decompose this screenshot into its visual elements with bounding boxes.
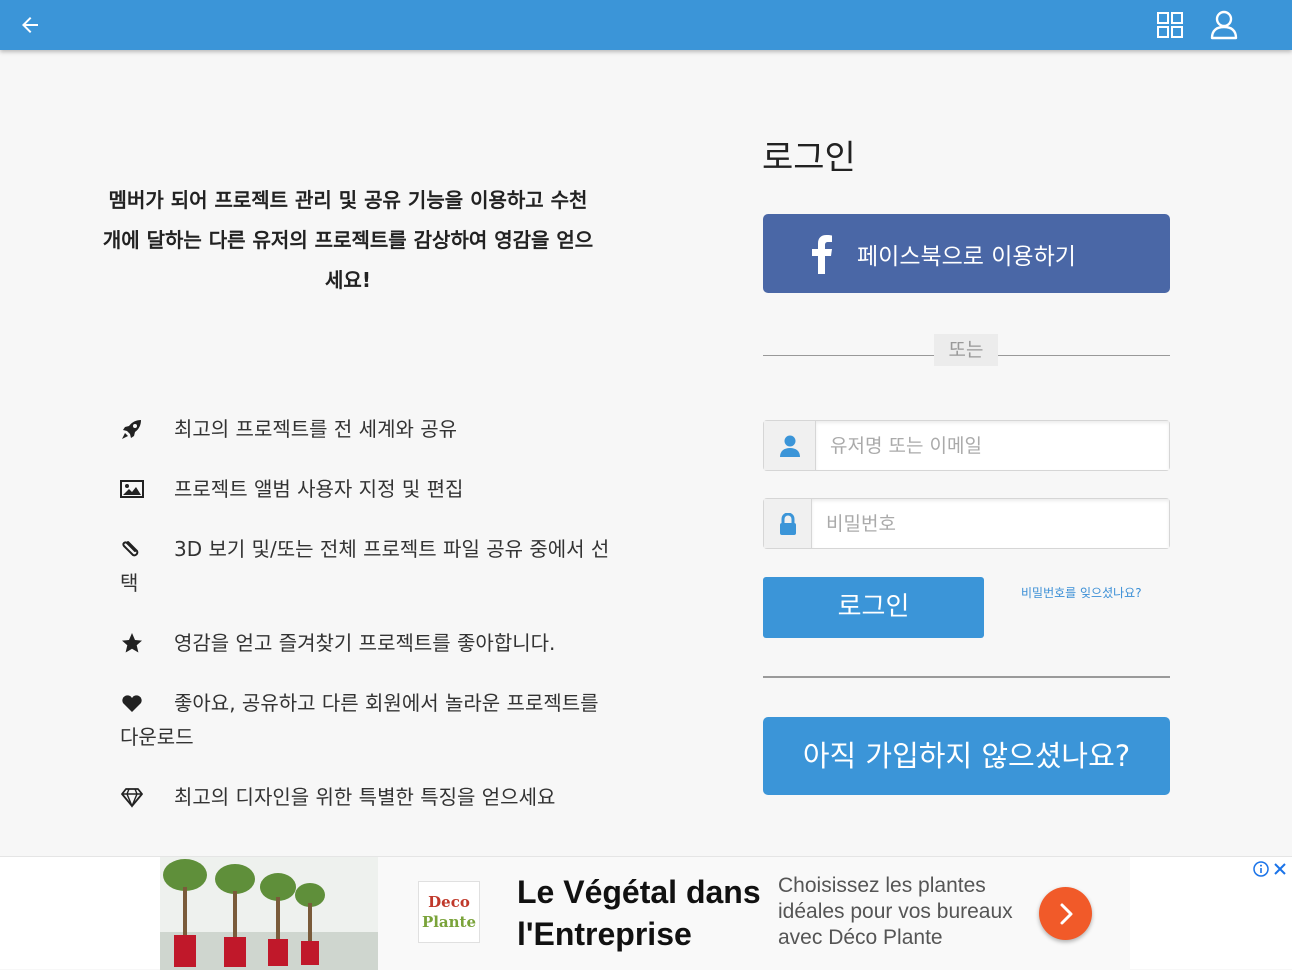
feature-text: 최고의 디자인을 위한 특별한 특징을 얻으세요 — [174, 785, 556, 809]
ad-content[interactable]: Deco Plante Le Végétal dans l'Entreprise… — [160, 857, 1130, 970]
section-divider — [763, 676, 1170, 678]
ad-go-button[interactable] — [1039, 887, 1092, 940]
lock-icon — [779, 512, 796, 535]
facebook-login-label: 페이스북으로 이용하기 — [857, 243, 1076, 270]
feature-item: 최고의 프로젝트를 전 세계와 공유 — [120, 412, 620, 446]
facebook-login-button[interactable]: 페이스북으로 이용하기 — [763, 214, 1170, 293]
forgot-password-link[interactable]: 비밀번호를 잊으셨나요? — [1021, 584, 1142, 601]
grid-icon — [1157, 12, 1183, 38]
info-icon[interactable] — [1253, 861, 1269, 877]
arrow-left-icon — [22, 17, 38, 33]
divider-line — [998, 355, 1170, 356]
username-addon — [764, 421, 816, 470]
username-field — [763, 420, 1170, 471]
top-app-bar — [0, 0, 1292, 50]
close-icon[interactable] — [1273, 862, 1287, 876]
feature-item: 3D 보기 및/또는 전체 프로젝트 파일 공유 중에서 선택 — [120, 532, 620, 600]
ad-description[interactable]: Choisissez les plantes idéales pour vos … — [778, 873, 1028, 951]
grid-view-button[interactable] — [1153, 8, 1187, 42]
chevron-right-icon — [1060, 903, 1072, 924]
rocket-icon — [120, 417, 144, 441]
user-icon — [779, 435, 800, 457]
username-input[interactable] — [816, 421, 1169, 470]
feature-text: 3D 보기 및/또는 전체 프로젝트 파일 공유 중에서 선택 — [120, 537, 610, 595]
heart-icon — [120, 691, 144, 715]
or-divider: 또는 — [763, 334, 1170, 366]
password-input[interactable] — [812, 499, 1169, 548]
account-button[interactable] — [1207, 8, 1241, 42]
ad-choices[interactable] — [1253, 859, 1289, 879]
ad-logo-line2: Plante — [421, 913, 477, 931]
facebook-icon — [812, 234, 832, 274]
feature-item: 프로젝트 앨범 사용자 지정 및 편집 — [120, 472, 620, 506]
feature-text: 영감을 얻고 즐겨찾기 프로젝트를 좋아합니다. — [174, 631, 556, 655]
login-title: 로그인 — [762, 138, 856, 178]
paperclip-icon — [120, 537, 144, 561]
image-icon — [120, 477, 144, 501]
feature-text: 프로젝트 앨범 사용자 지정 및 편집 — [174, 477, 464, 501]
password-field — [763, 498, 1170, 549]
ad-logo-line1: Deco — [428, 893, 470, 911]
feature-text: 좋아요, 공유하고 다른 회원에서 놀라운 프로젝트를 다운로드 — [120, 691, 599, 749]
diamond-icon — [120, 785, 144, 809]
password-addon — [764, 499, 812, 548]
ad-logo[interactable]: Deco Plante — [418, 881, 480, 943]
back-button[interactable] — [13, 8, 47, 42]
feature-item: 영감을 얻고 즐겨찾기 프로젝트를 좋아합니다. — [120, 626, 620, 660]
star-icon — [120, 631, 144, 655]
ad-headline[interactable]: Le Végétal dans l'Entreprise — [517, 871, 767, 955]
ad-banner[interactable]: Deco Plante Le Végétal dans l'Entreprise… — [0, 856, 1292, 970]
user-icon — [1210, 10, 1238, 40]
feature-text: 최고의 프로젝트를 전 세계와 공유 — [174, 417, 458, 441]
feature-item: 최고의 디자인을 위한 특별한 특징을 얻으세요 — [120, 780, 620, 814]
intro-tagline: 멤버가 되어 프로젝트 관리 및 공유 기능을 이용하고 수천 개에 달하는 다… — [102, 188, 594, 292]
divider-line — [763, 355, 934, 356]
feature-list: 최고의 프로젝트를 전 세계와 공유 프로젝트 앨범 사용자 지정 및 편집 3… — [120, 412, 620, 840]
signup-button[interactable]: 아직 가입하지 않으셨나요? — [763, 717, 1170, 795]
or-label: 또는 — [934, 334, 998, 366]
login-button[interactable]: 로그인 — [763, 577, 984, 638]
ad-image[interactable] — [160, 857, 378, 970]
feature-item: 좋아요, 공유하고 다른 회원에서 놀라운 프로젝트를 다운로드 — [120, 686, 620, 754]
